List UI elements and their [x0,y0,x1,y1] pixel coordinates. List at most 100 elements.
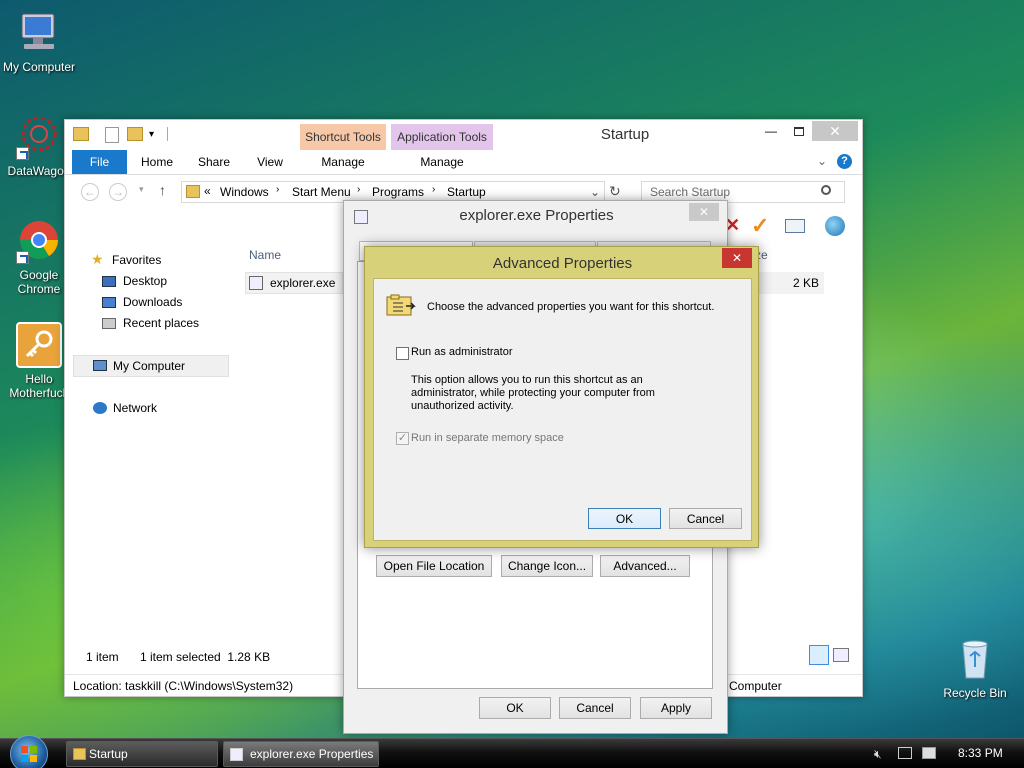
application-tools-header: Application Tools [391,124,493,150]
customize-chevron-down-icon[interactable]: ▾ [149,129,154,140]
tab-home[interactable]: Home [135,150,179,174]
location-text: Location: taskkill (C:\Windows\System32) [73,679,294,693]
tab-share[interactable]: Share [191,150,237,174]
window-title: Startup [600,126,650,143]
recycle-bin-icon [952,636,998,682]
address-chevron-down-icon[interactable]: ⌄ [590,185,600,199]
close-button[interactable]: ✕ [812,121,858,141]
desktop-icon-label: Google Chrome [17,268,61,296]
properties-quick-icon[interactable] [105,127,119,143]
run-as-admin-checkbox[interactable] [396,347,409,360]
start-button-windows-icon[interactable] [10,735,48,768]
desktop-icon-recycle-bin[interactable]: Recycle Bin [936,636,1014,700]
globe-icon[interactable] [825,216,845,236]
ribbon-tabs: File Home Share View Manage Manage ⌄ ? [65,150,862,175]
status-item-count: 1 item [86,650,119,664]
help-icon[interactable]: ? [837,154,852,169]
advanced-cancel-button[interactable]: Cancel [669,508,742,529]
recent-places-icon [102,318,116,329]
nav-favorites[interactable]: Favorites [112,251,161,269]
breadcrumb-programs[interactable]: Programs [372,185,424,199]
nav-my-computer[interactable]: My Computer [113,357,185,375]
breadcrumb-windows[interactable]: Windows [220,185,269,199]
explorer-titlebar: ▾ Shortcut Tools Application Tools Start… [65,120,862,150]
breadcrumb-start-menu[interactable]: Start Menu [292,185,351,199]
location-right-text: Computer [729,679,782,693]
separate-memory-label: Run in separate memory space [411,432,564,444]
refresh-icon[interactable]: ↻ [609,183,621,200]
nav-downloads[interactable]: Downloads [123,293,182,311]
taskbar-item-properties[interactable]: explorer.exe Properties [223,741,379,767]
nav-recent-places[interactable]: Recent places [123,314,199,332]
change-icon-button[interactable]: Change Icon... [501,555,593,577]
column-header-name[interactable]: Name [249,248,281,262]
desktop-icon-label: My Computer [2,60,76,74]
up-arrow-icon[interactable]: ↑ [159,182,166,198]
maximize-button[interactable] [789,123,809,141]
file-name[interactable]: explorer.exe [270,276,335,290]
back-arrow-icon[interactable]: ← [81,183,99,201]
advanced-title: Advanced Properties [492,255,633,272]
breadcrumb-separator[interactable]: › [432,184,435,195]
computer-icon [16,10,62,56]
breadcrumb-prefix[interactable]: « [204,184,211,198]
computer-icon [93,360,107,371]
forward-arrow-icon[interactable]: → [109,183,127,201]
taskbar-item-label: explorer.exe Properties [250,747,374,761]
chrome-icon [16,218,62,264]
search-icon[interactable] [821,185,831,195]
advanced-heading: Choose the advanced properties you want … [427,301,715,313]
advanced-button[interactable]: Advanced... [600,555,690,577]
status-selection: 1 item selected 1.28 KB [140,650,271,664]
desktop-icon [102,276,116,287]
properties-cancel-button[interactable]: Cancel [559,697,631,719]
folder-icon [73,748,86,760]
recent-chevron-down-icon[interactable]: ▾ [139,184,144,195]
details-view-icon[interactable] [809,645,829,665]
properties-close-button[interactable]: ✕ [689,203,719,221]
taskbar: Startup explorer.exe Properties 🔇︎ 8:33 … [0,735,1024,768]
expand-ribbon-chevron-icon[interactable]: ⌄ [817,154,827,168]
folder-icon [73,127,89,141]
run-as-admin-label[interactable]: Run as administrator [411,346,513,358]
shortcut-arrow-icon [16,147,29,160]
shortcut-properties-icon [386,294,416,316]
taskbar-item-startup[interactable]: Startup [66,741,218,767]
run-as-admin-description: This option allows you to run this short… [411,374,655,412]
advanced-properties-dialog: Advanced Properties ✕ Choose the advance… [364,246,759,548]
properties-ok-button[interactable]: OK [479,697,551,719]
key-icon [16,322,62,368]
advanced-close-button[interactable]: ✕ [722,248,752,268]
new-folder-quick-icon[interactable] [127,127,143,141]
shortcut-arrow-icon [16,251,29,264]
address-folder-icon [186,185,200,198]
properties-title: explorer.exe Properties [459,207,614,224]
properties-icon [230,748,243,761]
breadcrumb-separator[interactable]: › [276,184,279,195]
tab-file[interactable]: File [72,150,127,174]
tab-manage-shortcut[interactable]: Manage [300,150,386,174]
nav-network[interactable]: Network [113,399,157,417]
large-icons-view-icon[interactable] [833,648,849,662]
breadcrumb-startup[interactable]: Startup [447,185,486,199]
volume-muted-icon[interactable]: 🔇︎ [874,747,882,762]
open-file-location-button[interactable]: Open File Location [376,555,492,577]
desktop-icon-label: Recycle Bin [943,686,1007,700]
nav-desktop[interactable]: Desktop [123,272,167,290]
clock[interactable]: 8:33 PM [958,746,1003,760]
email-icon[interactable] [785,219,805,233]
tab-view[interactable]: View [249,150,291,174]
tab-manage-application[interactable]: Manage [391,150,493,174]
downloads-icon [102,297,116,308]
file-size: 2 KB [793,276,820,290]
minimize-button[interactable]: — [761,124,781,142]
checkmark-icon[interactable]: ✓ [751,213,769,239]
network-tray-icon[interactable] [898,747,912,759]
breadcrumb-separator[interactable]: › [357,184,360,195]
shortcut-file-icon [249,276,263,290]
datawagon-icon [16,114,62,160]
properties-apply-button[interactable]: Apply [640,697,712,719]
action-center-icon[interactable] [922,747,936,759]
advanced-ok-button[interactable]: OK [588,508,661,529]
desktop-icon-my-computer[interactable]: My Computer [0,10,78,74]
